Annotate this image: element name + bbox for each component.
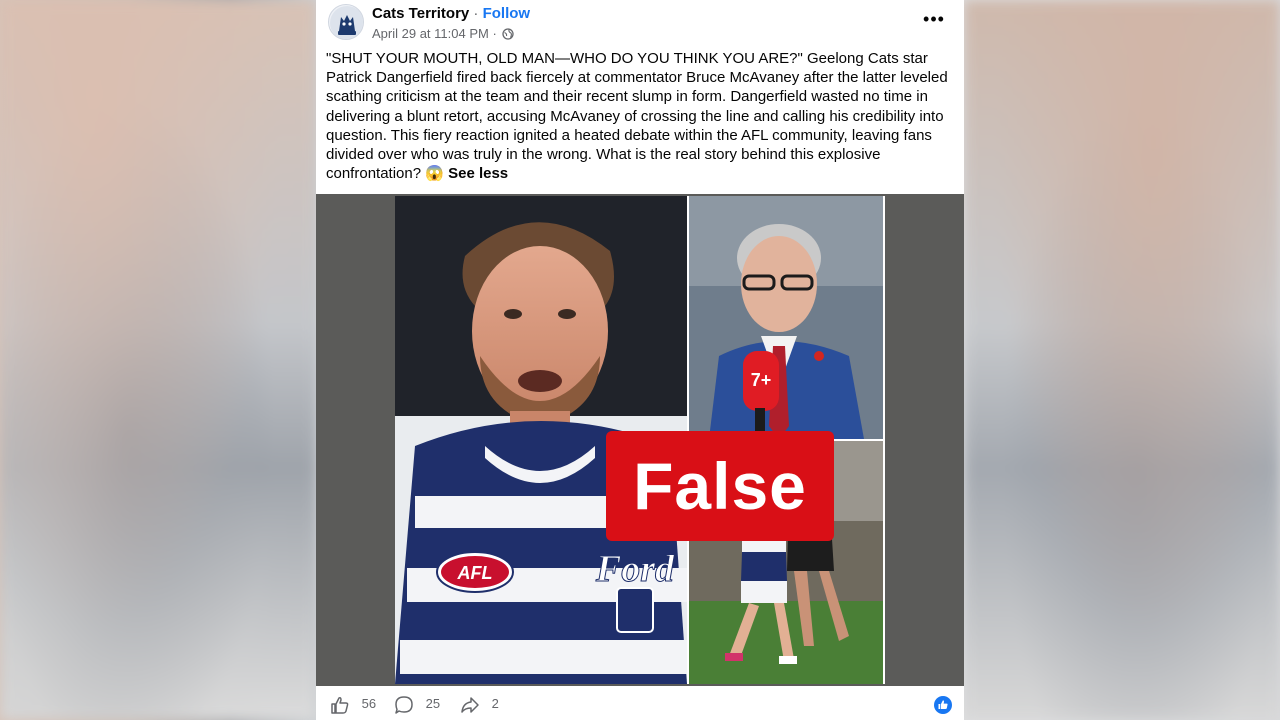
image-collage[interactable]: AFL Ford 7+ False: [395, 196, 885, 684]
post-meta: April 29 at 11:04 PM ·: [372, 26, 515, 43]
see-less-link[interactable]: See less: [448, 165, 508, 182]
like-reaction-icon[interactable]: [934, 696, 952, 714]
afl-logo-text: AFL: [457, 563, 493, 583]
cats-logo-icon[interactable]: [328, 4, 364, 40]
false-rating-badge: False: [606, 431, 834, 541]
comment-count: 25: [425, 696, 441, 711]
post-timestamp[interactable]: April 29 at 11:04 PM: [372, 26, 489, 41]
post-body-text: "SHUT YOUR MOUTH, OLD MAN—WHO DO YOU THI…: [326, 50, 948, 183]
post-footer: 56 25 2: [316, 686, 964, 720]
thumbs-up-icon: [330, 696, 362, 714]
jersey-brand-text: Ford: [595, 548, 675, 590]
comment-stat[interactable]: 25: [394, 694, 440, 714]
globe-icon: [502, 28, 515, 43]
share-stat[interactable]: 2: [460, 694, 499, 714]
page-name-line: Cats Territory · Follow: [372, 5, 530, 22]
page-name[interactable]: Cats Territory: [372, 5, 469, 22]
share-icon: [460, 696, 492, 713]
more-options-button[interactable]: •••: [922, 10, 946, 32]
blurred-background-left: [0, 0, 316, 720]
like-stat[interactable]: 56: [330, 694, 376, 714]
share-count: 2: [491, 696, 499, 711]
blurred-background-right: [964, 0, 1280, 720]
meta-separator: ·: [488, 26, 501, 41]
facebook-post-card: Cats Territory · Follow April 29 at 11:0…: [316, 0, 964, 720]
commentator-photo: 7+: [689, 196, 883, 439]
mic-logo-text: 7+: [751, 370, 772, 390]
like-count: 56: [361, 696, 377, 711]
post-media[interactable]: AFL Ford 7+ False: [316, 194, 964, 686]
name-separator: ·: [469, 5, 483, 22]
follow-button[interactable]: Follow: [483, 5, 531, 22]
post-header: Cats Territory · Follow April 29 at 11:0…: [316, 0, 964, 46]
post-body: "SHUT YOUR MOUTH, OLD MAN—WHO DO YOU THI…: [326, 49, 956, 183]
comment-icon: [394, 695, 426, 714]
